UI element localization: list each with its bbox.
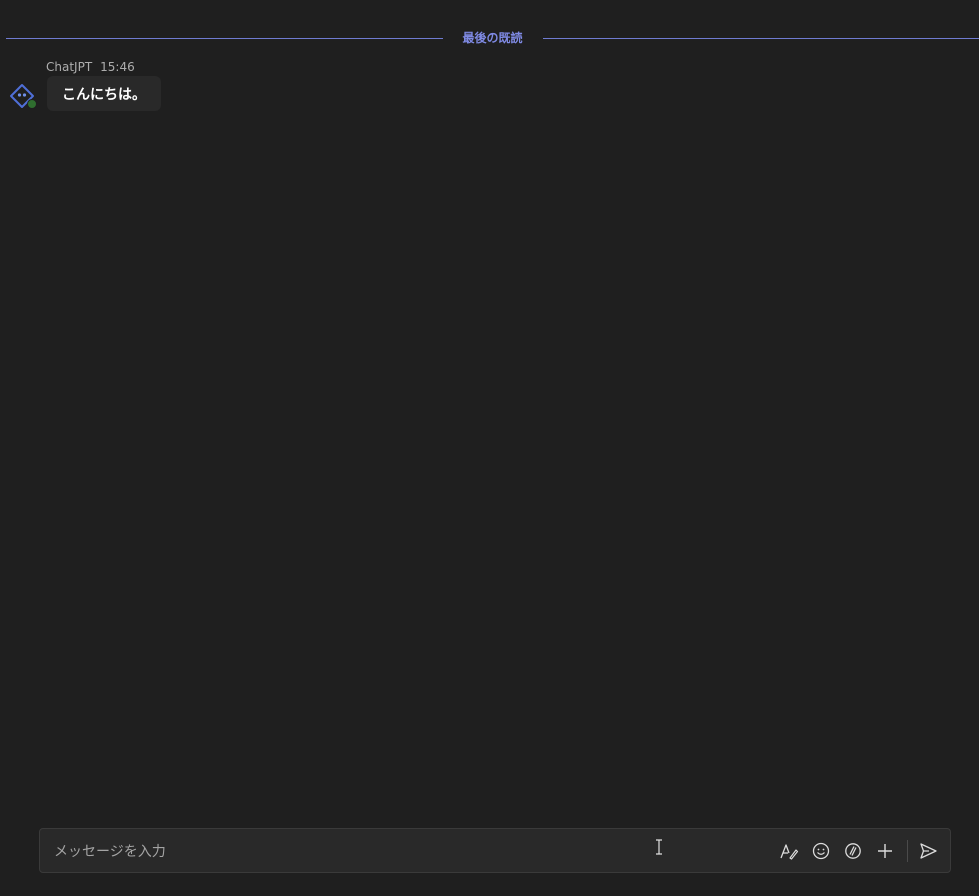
last-read-label: 最後の既読 [462, 31, 523, 45]
message-bubble[interactable]: こんにちは。 [47, 76, 161, 111]
compose-toolbar [773, 829, 950, 872]
loop-icon [845, 842, 861, 859]
plus-icon [878, 843, 892, 858]
emoji-button[interactable] [805, 835, 837, 867]
compose-box[interactable] [39, 828, 951, 874]
message-text: こんにちは。 [62, 86, 146, 103]
send-icon [920, 842, 937, 859]
last-read-divider: 最後の既読 [6, 28, 979, 48]
divider-line-right [542, 37, 979, 39]
message-meta: ChatJPT 15:46 [46, 59, 135, 75]
divider-line-left [6, 37, 443, 39]
emoji-icon [812, 842, 830, 859]
loop-button[interactable] [837, 835, 869, 867]
chat-pane: 最後の既読 ChatJPT 15:46 こんにちは。 [0, 0, 979, 896]
presence-available-indicator [27, 99, 37, 109]
attach-button[interactable] [869, 835, 901, 867]
message-input[interactable] [52, 829, 756, 874]
send-button[interactable] [912, 835, 944, 867]
text-cursor-icon [656, 839, 662, 855]
toolbar-separator [907, 839, 908, 862]
format-button[interactable] [773, 835, 805, 867]
sender-name[interactable]: ChatJPT [46, 60, 92, 74]
message-time: 15:46 [100, 60, 135, 74]
format-icon [780, 843, 799, 860]
